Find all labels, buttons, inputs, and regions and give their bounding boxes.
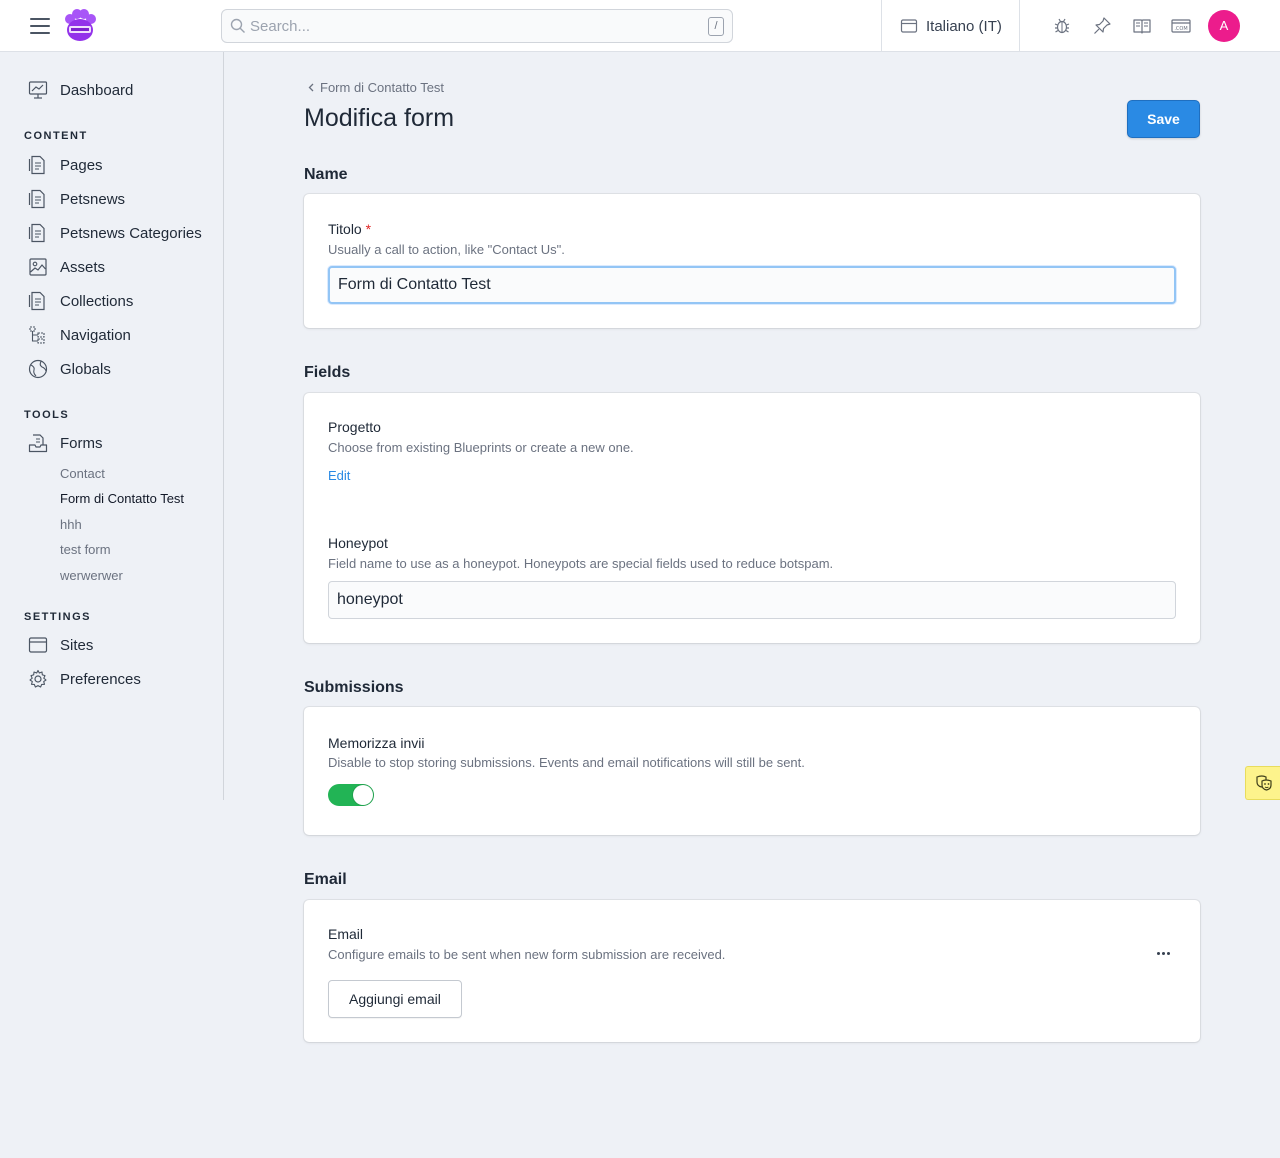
fields-card: Progetto Choose from existing Blueprints… [304,393,1200,643]
chevron-left-icon [308,83,314,92]
sidebar-item-pages[interactable]: Pages [28,153,103,177]
submissions-card: Memorizza invii Disable to stop storing … [304,707,1200,835]
sidebar-item-globals[interactable]: Globals [28,357,111,381]
name-card: Titolo * Usually a call to action, like … [304,194,1200,328]
sidebar-item-preferences[interactable]: Preferences [28,667,141,691]
email-field-label: Email [328,926,364,942]
top-bar: / Italiano (IT) .COM A [0,0,1280,52]
add-email-button[interactable]: Aggiungi email [328,980,462,1018]
divider [1019,0,1020,52]
book-icon[interactable] [1132,16,1152,36]
page-title: Modifica form [304,104,455,132]
search-box[interactable]: / [221,9,733,43]
store-submissions-label: Memorizza invii [328,735,425,751]
collection-icon [28,223,45,243]
sidebar-item-label: Forms [60,434,103,452]
site-selector[interactable]: Italiano (IT) [900,16,1002,36]
breadcrumb-label: Form di Contatto Test [320,80,445,95]
email-card: Email Configure emails to be sent when n… [304,900,1200,1042]
collection-icon [28,189,45,209]
sidebar-item-dashboard[interactable]: Dashboard [28,78,133,102]
assets-icon [29,258,47,276]
sidebar-item-label: Preferences [60,670,141,688]
avatar[interactable]: A [1208,10,1240,42]
sidebar-section-settings: SETTINGS [24,611,92,623]
sidebar-item-label: Globals [60,360,111,378]
sidebar: Dashboard CONTENT Pages Petsnews Petsnew… [0,52,224,800]
sidebar-item-navigation[interactable]: Navigation [28,323,131,347]
email-field-help: Configure emails to be sent when new for… [328,947,726,962]
collections-icon [28,291,45,311]
sidebar-subitem-hhh[interactable]: hhh [60,517,82,532]
sidebar-item-label: Assets [60,258,106,276]
svg-text:.COM: .COM [1174,26,1187,32]
sidebar-item-label: Collections [60,292,134,310]
section-heading-fields: Fields [304,364,351,381]
sidebar-item-forms[interactable]: Forms [28,431,103,455]
blueprint-field-help: Choose from existing Blueprints or creat… [328,440,634,455]
site-label: Italiano (IT) [926,17,1002,35]
masks-icon [1256,775,1272,791]
sidebar-subitem-contact[interactable]: Contact [60,466,105,481]
search-shortcut-hint: / [708,17,724,36]
sites-icon [900,19,918,33]
sidebar-section-tools: TOOLS [24,409,70,421]
honeypot-field-help: Field name to use as a honeypot. Honeypo… [328,556,834,571]
sidebar-section-content: CONTENT [24,130,88,142]
sidebar-item-collections[interactable]: Collections [28,289,133,313]
sidebar-item-label: Pages [60,156,103,174]
required-indicator: * [365,221,372,237]
title-label-text: Titolo [328,221,362,237]
section-heading-name: Name [304,166,348,183]
sidebar-item-label: Petsnews Categories [60,224,202,242]
gear-icon [29,669,47,688]
globe-icon [28,359,48,379]
sidebar-item-sites[interactable]: Sites [28,633,93,657]
logo-icon[interactable] [62,8,98,44]
forms-icon [28,434,48,453]
store-submissions-help: Disable to stop storing submissions. Eve… [328,755,805,770]
navigation-icon [29,326,45,344]
save-button[interactable]: Save [1127,100,1200,138]
title-field-help: Usually a call to action, like "Contact … [328,242,565,257]
sidebar-subitem-test-form[interactable]: test form [60,542,111,557]
search-icon [230,18,245,33]
sidebar-item-label: Navigation [60,326,131,344]
honeypot-input[interactable] [328,581,1176,619]
sidebar-item-assets[interactable]: Assets [28,255,105,279]
breadcrumb[interactable]: Form di Contatto Test [308,80,444,95]
divider [881,0,882,52]
sidebar-subitem-werwerwer[interactable]: werwerwer [60,568,123,583]
store-submissions-toggle[interactable] [328,784,374,806]
sidebar-subitem-form-di-contatto-test[interactable]: Form di Contatto Test [60,491,184,506]
title-input[interactable] [328,266,1176,304]
pages-icon [28,155,45,175]
sites-icon [28,637,48,653]
pin-icon[interactable] [1092,16,1112,36]
sidebar-item-label: Sites [60,636,94,654]
search-input[interactable] [250,10,690,42]
blueprint-field-label: Progetto [328,419,381,435]
domain-icon[interactable]: .COM [1171,16,1191,36]
more-options-icon[interactable] [1157,952,1170,955]
edit-blueprint-link[interactable]: Edit [328,468,350,483]
bug-icon[interactable] [1052,16,1072,36]
section-heading-submissions: Submissions [304,679,404,696]
dashboard-icon [28,81,48,99]
debug-toolbar-tab[interactable] [1245,766,1280,800]
sidebar-item-petsnews[interactable]: Petsnews [28,187,125,211]
title-field-label: Titolo * [328,221,371,237]
section-heading-email: Email [304,871,347,888]
sidebar-item-petsnews-categories[interactable]: Petsnews Categories [28,221,202,245]
toggle-knob [353,785,373,805]
menu-icon[interactable] [30,18,50,34]
sidebar-item-label: Dashboard [60,81,134,99]
sidebar-item-label: Petsnews [60,190,126,208]
honeypot-field-label: Honeypot [328,535,388,551]
